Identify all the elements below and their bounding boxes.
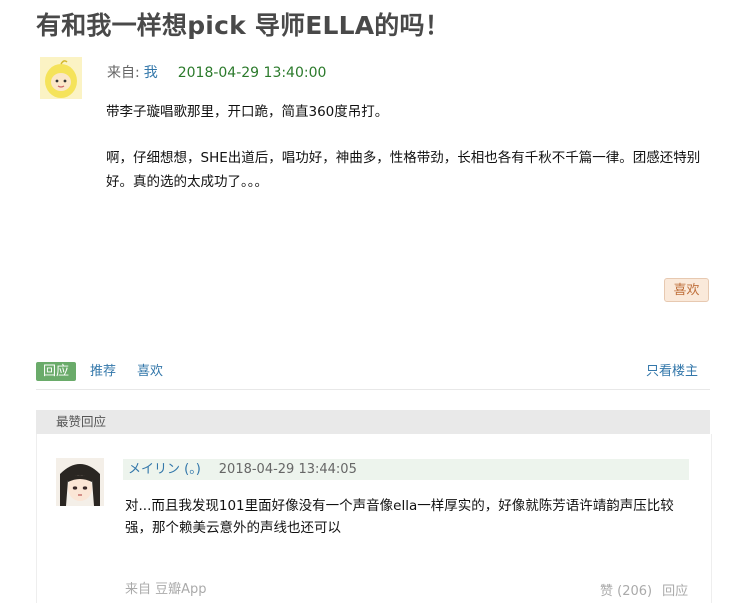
topic-meta: 来自: 我 2018-04-29 13:40:00 bbox=[107, 62, 326, 82]
avatar-cartoon-icon bbox=[40, 57, 82, 99]
action-bar: 回应 推荐 喜欢 只看楼主 bbox=[36, 361, 710, 390]
reply-button[interactable]: 回应 bbox=[36, 362, 77, 381]
topic-content: 带李子璇唱歌那里，开口跪，简直360度吊打。 啊，仔细想想，SHE出道后，唱功好… bbox=[106, 100, 716, 216]
best-replies-header: 最赞回应 bbox=[36, 410, 710, 434]
post-time: 2018-04-29 13:40:00 bbox=[177, 65, 327, 81]
reply-footer-actions: 赞 (206) 回应 bbox=[600, 580, 688, 599]
reply-avatar[interactable] bbox=[56, 458, 104, 506]
only-op-link[interactable]: 只看楼主 bbox=[646, 362, 698, 381]
reply-meta: メイリン (。) 2018-04-29 13:44:05 bbox=[123, 459, 689, 480]
op-avatar[interactable] bbox=[40, 57, 82, 99]
reply-content: 对...而且我发现101里面好像没有一个声音像ella一样厚实的，好像就陈芳语许… bbox=[125, 498, 674, 536]
avatar-anime-icon bbox=[56, 458, 104, 506]
reply-author-link[interactable]: メイリン (。) bbox=[128, 462, 201, 477]
author-link[interactable]: 我 bbox=[144, 65, 158, 81]
page-title: 有和我一样想pick 导师ELLA的吗！ bbox=[36, 11, 450, 40]
like-link[interactable]: 喜欢 bbox=[137, 362, 163, 381]
from-label: 来自: bbox=[107, 65, 140, 81]
content-paragraph: 带李子璇唱歌那里，开口跪，简直360度吊打。 bbox=[106, 104, 389, 120]
recommend-link[interactable]: 推荐 bbox=[90, 362, 116, 381]
reply-link[interactable]: 回应 bbox=[662, 584, 688, 599]
reply-source: 来自 豆瓣App bbox=[125, 582, 207, 597]
reply-time: 2018-04-29 13:44:05 bbox=[218, 462, 357, 477]
vote-link[interactable]: 赞 (206) bbox=[600, 584, 652, 599]
like-button[interactable]: 喜欢 bbox=[664, 278, 709, 302]
content-paragraph: 啊，仔细想想，SHE出道后，唱功好，神曲多，性格带劲，长相也各有千秋不千篇一律。… bbox=[106, 150, 701, 190]
